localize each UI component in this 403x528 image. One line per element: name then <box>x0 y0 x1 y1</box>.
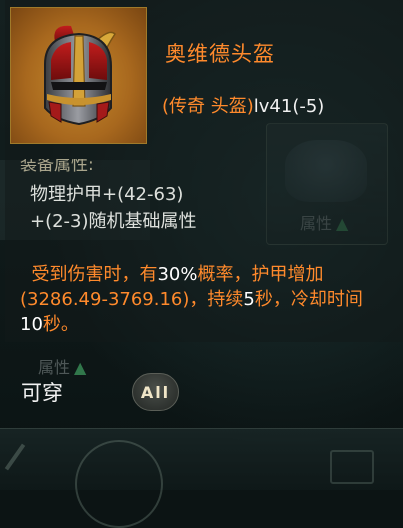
skill-text-3: 秒，冷却时间 <box>254 289 363 310</box>
skill-value-cooldown: 10 <box>20 314 43 335</box>
skill-text-4: 秒。 <box>42 314 79 335</box>
background-circle-button[interactable] <box>75 440 163 528</box>
wearable-label: 可穿 <box>21 381 63 405</box>
item-icon-frame <box>10 7 147 144</box>
item-quality-level: (传奇 头盔)lv41(-5) <box>162 92 324 118</box>
background-square-button[interactable] <box>330 450 374 484</box>
helmet-icon <box>44 25 116 126</box>
item-name: 奥维德头盔 <box>165 42 275 66</box>
stat-physical-armor: 物理护甲+(42-63) <box>30 184 184 205</box>
skill-description: 受到伤害时，有30%概率，护甲增加(3286.49-3769.16)，持续5秒，… <box>20 262 380 337</box>
background-attribute-button-2[interactable]: 属性 ▲ <box>38 354 86 378</box>
item-quality-slot: (传奇 头盔) <box>162 96 254 117</box>
all-button[interactable]: All <box>132 373 179 411</box>
stat-random-base: +(2-3)随机基础属性 <box>30 211 197 232</box>
skill-value-duration: 5 <box>243 289 255 310</box>
item-level: lv41(-5) <box>253 96 325 117</box>
skill-text-1: 受到伤害时，有 <box>31 264 158 285</box>
up-arrow-icon: ▲ <box>74 358 87 377</box>
skill-value-chance: 30% <box>157 264 198 285</box>
